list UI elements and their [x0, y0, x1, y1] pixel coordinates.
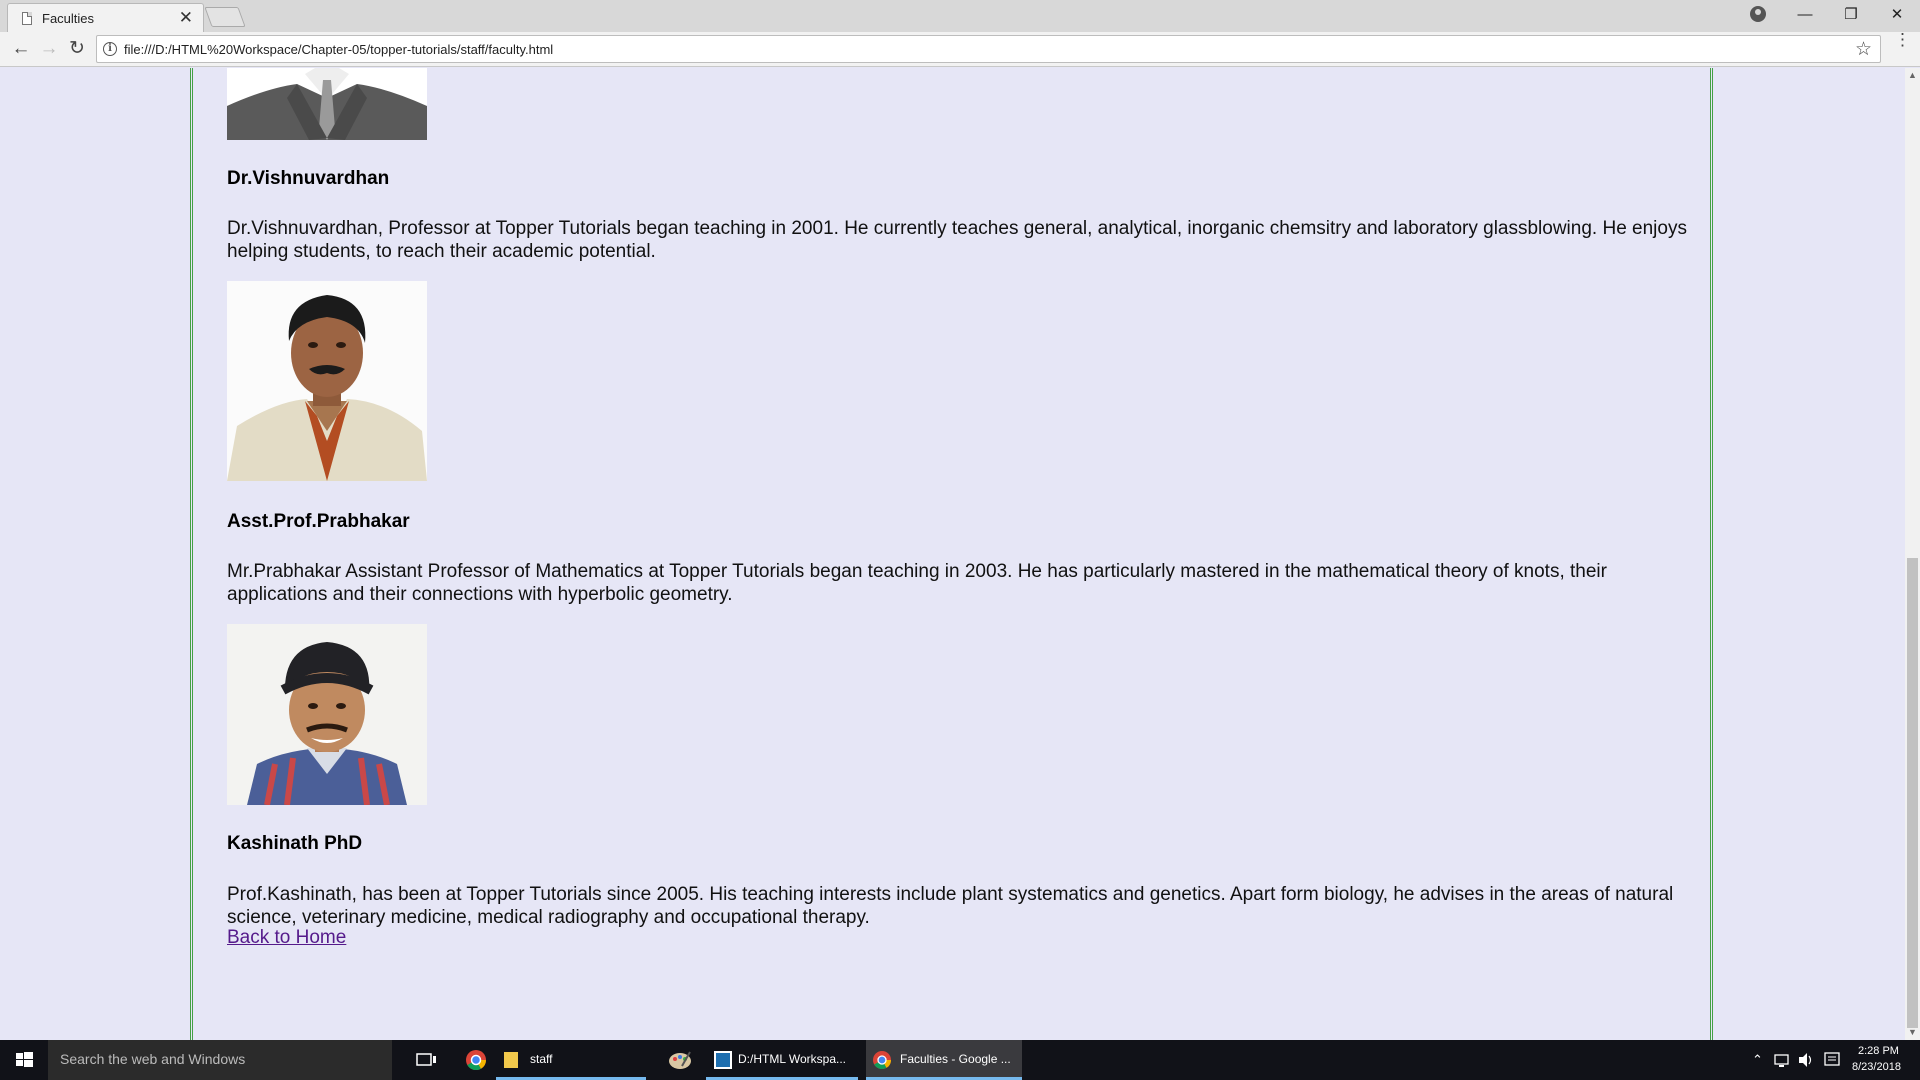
faculty-bio: Mr.Prabhakar Assistant Professor of Math… — [227, 561, 1607, 605]
vertical-scrollbar[interactable]: ▲ ▼ — [1905, 68, 1920, 1040]
restore-button[interactable]: ❐ — [1828, 2, 1874, 28]
windows-start-icon[interactable] — [0, 1040, 48, 1080]
info-icon[interactable]: i — [103, 42, 117, 56]
task-view-icon[interactable] — [402, 1040, 450, 1080]
scroll-thumb[interactable] — [1907, 558, 1918, 1028]
faculty-bio: Prof.Kashinath, has been at Topper Tutor… — [227, 884, 1674, 928]
title-bar: Faculties ✕ — ❐ ✕ — [0, 0, 1920, 32]
reload-icon[interactable]: ↻ — [65, 37, 89, 61]
taskbar: Search the web and Windows staff D:/HTML — [0, 1040, 1920, 1080]
forward-icon[interactable]: → — [37, 37, 61, 61]
tray-chevron-up-icon[interactable]: ⌃ — [1752, 1040, 1768, 1080]
menu-icon[interactable]: ⋮ — [1894, 31, 1911, 48]
new-tab-button[interactable] — [204, 7, 246, 27]
taskbar-search-placeholder[interactable]: Search the web and Windows — [60, 1051, 245, 1067]
paint-icon[interactable] — [656, 1040, 704, 1080]
clock-time[interactable]: 2:28 PM — [1858, 1045, 1899, 1057]
faculty-name: Asst.Prof.Prabhakar — [227, 511, 410, 532]
taskbar-app-staff[interactable]: staff — [496, 1040, 646, 1080]
bookmark-star-icon[interactable]: ☆ — [1855, 38, 1872, 61]
editor-icon — [714, 1051, 732, 1069]
browser-toolbar: ← → ↻ i file:///D:/HTML%20Workspace/Chap… — [0, 31, 1920, 67]
page-icon — [22, 12, 32, 25]
clock-date[interactable]: 8/23/2018 — [1852, 1061, 1901, 1073]
faculty-photo — [227, 68, 427, 140]
close-window-button[interactable]: ✕ — [1874, 2, 1920, 28]
minimize-button[interactable]: — — [1782, 2, 1828, 28]
taskbar-app-chrome[interactable]: Faculties - Google ... — [866, 1040, 1022, 1080]
volume-icon[interactable] — [1796, 1040, 1816, 1080]
chrome-icon[interactable] — [452, 1040, 500, 1080]
close-tab-icon[interactable]: ✕ — [179, 8, 193, 28]
taskbar-app-editor[interactable]: D:/HTML Workspa... — [706, 1040, 858, 1080]
faculty-container: Dr.Vishnuvardhan Dr.Vishnuvardhan, Profe… — [190, 68, 1713, 1040]
page-viewport: Dr.Vishnuvardhan Dr.Vishnuvardhan, Profe… — [0, 68, 1905, 1040]
scroll-up-icon[interactable]: ▲ — [1905, 68, 1920, 83]
faculty-photo — [227, 281, 427, 481]
network-icon[interactable] — [1772, 1040, 1792, 1080]
back-icon[interactable]: ← — [9, 37, 33, 61]
faculty-bio: Dr.Vishnuvardhan, Professor at Topper Tu… — [227, 218, 1687, 262]
faculty-name: Kashinath PhD — [227, 833, 363, 854]
faculty-photo — [227, 624, 427, 805]
profile-icon[interactable] — [1750, 6, 1766, 22]
scroll-down-icon[interactable]: ▼ — [1905, 1025, 1920, 1040]
folder-icon — [504, 1052, 518, 1068]
action-center-icon[interactable] — [1822, 1040, 1842, 1080]
chrome-icon — [873, 1051, 891, 1070]
address-bar[interactable]: i file:///D:/HTML%20Workspace/Chapter-05… — [96, 35, 1881, 63]
taskbar-search-box[interactable]: Search the web and Windows — [48, 1040, 392, 1080]
back-to-home-link[interactable]: Back to Home — [227, 927, 346, 949]
tab-title: Faculties — [42, 11, 95, 26]
url-text[interactable]: file:///D:/HTML%20Workspace/Chapter-05/t… — [124, 42, 553, 57]
faculty-name: Dr.Vishnuvardhan — [227, 168, 390, 189]
browser-tab[interactable]: Faculties ✕ — [7, 3, 204, 32]
